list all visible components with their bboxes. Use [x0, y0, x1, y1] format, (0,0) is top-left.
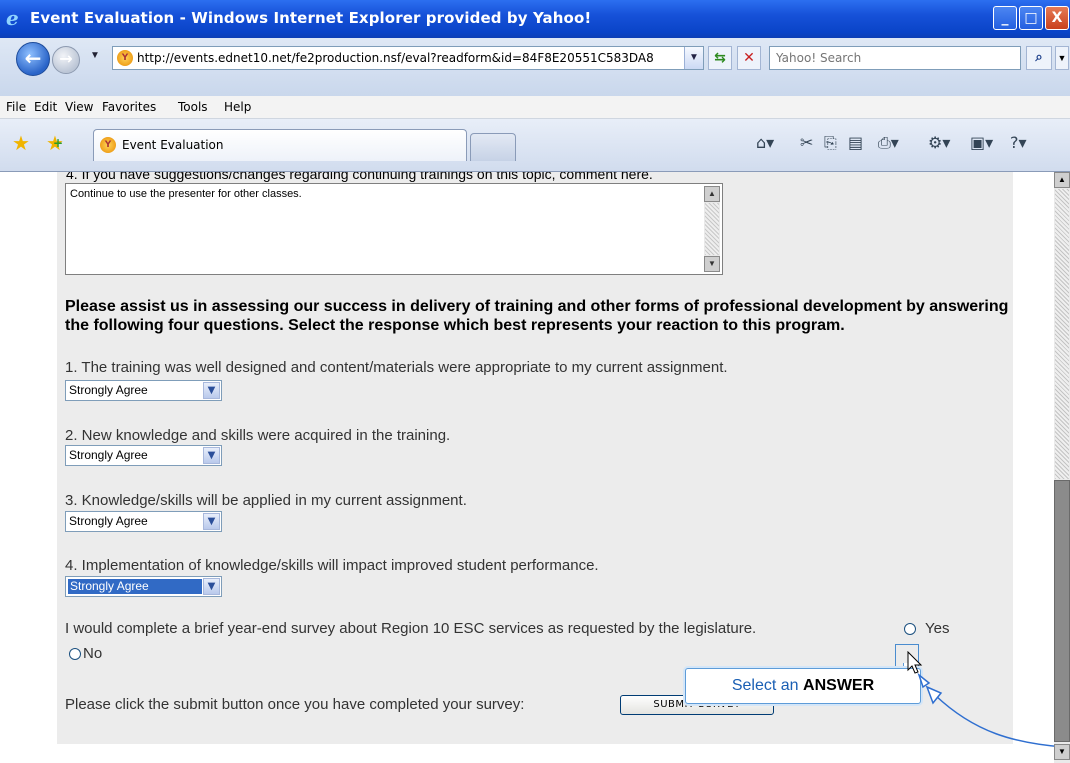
menu-edit[interactable]: Edit: [34, 100, 57, 114]
evaluation-form: 4. If you have suggestions/changes regar…: [57, 172, 1013, 744]
question-2-select[interactable]: Strongly Agree ▼: [65, 445, 222, 466]
chevron-down-icon[interactable]: ▼: [203, 382, 220, 399]
new-tab-button[interactable]: [470, 133, 516, 161]
yes-radio[interactable]: [904, 623, 916, 635]
back-button[interactable]: ←: [16, 42, 50, 76]
cut-icon[interactable]: ✂: [800, 133, 813, 152]
comment-textarea[interactable]: Continue to use the presenter for other …: [65, 183, 723, 275]
question-1-select[interactable]: Strongly Agree ▼: [65, 380, 222, 401]
chevron-down-icon[interactable]: ▼: [203, 447, 220, 464]
textarea-scroll-down-icon[interactable]: ▼: [704, 256, 720, 272]
q4-comment-label: 4. If you have suggestions/changes regar…: [66, 172, 653, 182]
forward-arrow-icon: →: [59, 49, 73, 68]
ie-logo-icon: e: [6, 6, 19, 30]
menu-bar: File Edit View Favorites Tools Help: [0, 96, 1070, 119]
close-window-button[interactable]: X: [1045, 6, 1069, 30]
question-4-value: Strongly Agree: [68, 579, 202, 594]
chevron-down-icon[interactable]: ▼: [203, 513, 220, 530]
search-input[interactable]: [774, 50, 1018, 66]
question-4-label: 4. Implementation of knowledge/skills wi…: [65, 557, 599, 574]
forward-button[interactable]: →: [52, 46, 80, 74]
instructions-heading: Please assist us in assessing our succes…: [65, 298, 1009, 334]
url-dropdown-button[interactable]: ▼: [684, 47, 703, 69]
recent-pages-dropdown-icon[interactable]: ▼: [90, 50, 100, 61]
callout-prefix: Select an: [731, 677, 799, 694]
address-field[interactable]: Y http://events.ednet10.net/fe2productio…: [112, 46, 704, 70]
help-icon[interactable]: ?▾: [1010, 133, 1027, 152]
search-button[interactable]: ⌕: [1026, 46, 1052, 70]
tools-gear-icon[interactable]: ⚙▾: [928, 133, 950, 152]
select-answer-callout: Select an ANSWER: [685, 668, 921, 704]
yes-radio-label: Yes: [925, 620, 950, 637]
home-icon[interactable]: ⌂▾: [756, 133, 774, 152]
scroll-thumb[interactable]: [1054, 480, 1070, 742]
page-icon[interactable]: ▣▾: [970, 133, 993, 152]
scroll-down-icon[interactable]: ▼: [1054, 744, 1070, 760]
question-3-select[interactable]: Strongly Agree ▼: [65, 511, 222, 532]
window-title: Event Evaluation - Windows Internet Expl…: [30, 9, 592, 27]
chevron-down-icon[interactable]: ▼: [203, 578, 220, 595]
search-icon: ⌕: [1035, 50, 1043, 65]
no-radio[interactable]: [69, 648, 81, 660]
menu-view[interactable]: View: [65, 100, 93, 114]
textarea-scroll-up-icon[interactable]: ▲: [704, 186, 720, 202]
refresh-icon: ⇆: [714, 50, 726, 66]
tab-favicon-icon: Y: [100, 137, 116, 153]
stop-icon: ✕: [743, 50, 755, 66]
favorites-star-icon[interactable]: ★: [12, 131, 30, 155]
tab-event-evaluation[interactable]: Y Event Evaluation: [93, 129, 467, 161]
question-4-select[interactable]: Strongly Agree ▼: [65, 576, 222, 597]
print-icon[interactable]: ⎙▾: [878, 133, 899, 153]
question-2-value: Strongly Agree: [69, 448, 148, 462]
search-options-dropdown[interactable]: ▼: [1055, 46, 1069, 70]
menu-favorites[interactable]: Favorites: [102, 100, 156, 114]
comment-text[interactable]: Continue to use the presenter for other …: [70, 188, 302, 200]
question-3-value: Strongly Agree: [69, 514, 148, 528]
tab-label: Event Evaluation: [122, 138, 224, 152]
question-2-label: 2. New knowledge and skills were acquire…: [65, 427, 451, 444]
paste-icon[interactable]: ▤: [848, 133, 863, 152]
mouse-pointer-icon: [907, 651, 923, 674]
menu-file[interactable]: File: [6, 100, 26, 114]
textarea-scrollbar[interactable]: ▲ ▼: [704, 186, 720, 272]
page-favicon-icon: Y: [117, 50, 133, 66]
url-text[interactable]: http://events.ednet10.net/fe2production.…: [137, 51, 677, 65]
address-toolbar: ← → ▼ Y http://events.ednet10.net/fe2pro…: [0, 38, 1070, 97]
window-title-bar: e Event Evaluation - Windows Internet Ex…: [0, 0, 1070, 38]
maximize-button[interactable]: □: [1019, 6, 1043, 30]
refresh-button[interactable]: ⇆: [708, 46, 732, 70]
back-arrow-icon: ←: [24, 46, 42, 70]
no-radio-label: No: [83, 645, 103, 662]
scroll-up-icon[interactable]: ▲: [1054, 172, 1070, 188]
submit-prompt: Please click the submit button once you …: [65, 696, 525, 713]
minimize-button[interactable]: _: [993, 6, 1017, 30]
page-scrollbar[interactable]: ▲ ▼: [1054, 172, 1070, 763]
menu-help[interactable]: Help: [224, 100, 251, 114]
stop-button[interactable]: ✕: [737, 46, 761, 70]
question-1-value: Strongly Agree: [69, 383, 148, 397]
year-end-survey-question: I would complete a brief year-end survey…: [65, 620, 757, 637]
callout-connector-arrow: [917, 673, 1064, 748]
question-3-label: 3. Knowledge/skills will be applied in m…: [65, 492, 467, 509]
tab-command-bar: ★ ★ + Y Event Evaluation ⌂▾ ✂ ⎘ ▤ ⎙▾ ⚙▾ ▣…: [0, 119, 1070, 172]
callout-emphasis: ANSWER: [803, 677, 875, 694]
menu-tools[interactable]: Tools: [178, 100, 208, 114]
copy-icon[interactable]: ⎘: [824, 133, 837, 153]
question-1-label: 1. The training was well designed and co…: [65, 359, 728, 376]
search-box[interactable]: [769, 46, 1021, 70]
add-favorite-icon[interactable]: ★ +: [46, 131, 64, 155]
